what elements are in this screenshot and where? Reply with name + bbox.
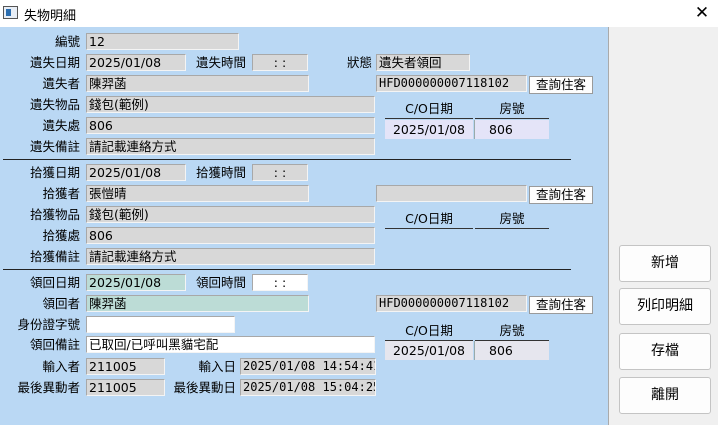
- input-date-label: 輸入日: [198, 359, 236, 374]
- found-item-label: 拾獲物品: [29, 207, 80, 222]
- found-person-field[interactable]: 張愷晴: [86, 185, 309, 202]
- claim-time-field[interactable]: : :: [252, 274, 308, 291]
- claim-note-label: 領回備註: [29, 337, 80, 352]
- input-by-field: 211005: [86, 358, 165, 375]
- id-number-label: 身份證字號: [17, 317, 80, 332]
- found-place-field[interactable]: 806: [86, 227, 375, 244]
- claim-note-field[interactable]: 已取回/已呼叫黑貓宅配: [86, 336, 375, 353]
- section-divider-claim: [3, 269, 571, 270]
- status-label: 狀態: [346, 55, 372, 70]
- lost-query-guest-button[interactable]: 查詢住客: [529, 76, 593, 94]
- lost-grid-col-checkout: C/O日期: [385, 100, 473, 119]
- lost-grid-row[interactable]: 2025/01/08 806: [385, 120, 549, 139]
- lost-person-label: 遺失者: [42, 76, 80, 91]
- lost-guest-code-field: HFD000000007118102: [376, 75, 527, 92]
- status-field: 遺失者領回: [376, 54, 470, 71]
- lost-id-label: 編號: [54, 34, 80, 49]
- found-note-label: 拾獲備註: [29, 249, 80, 264]
- found-place-label: 拾獲處: [42, 228, 80, 243]
- claim-guest-code-field: HFD000000007118102: [376, 295, 527, 312]
- lost-person-field[interactable]: 陳羿菡: [86, 75, 309, 92]
- found-time-label: 拾獲時間: [195, 165, 246, 180]
- last-changed-date-label: 最後異動日: [173, 380, 236, 395]
- found-query-guest-button[interactable]: 查詢住客: [529, 186, 593, 204]
- claim-grid-checkout-cell: 2025/01/08: [385, 341, 473, 360]
- window-title: 失物明細: [24, 9, 77, 24]
- lost-note-field[interactable]: 請記載連絡方式: [86, 138, 375, 155]
- found-guest-code-field: [376, 185, 527, 202]
- claim-grid-col-room: 房號: [475, 322, 549, 341]
- lost-time-label: 遺失時間: [195, 55, 246, 70]
- found-date-label: 拾獲日期: [29, 165, 80, 180]
- claim-grid-room-cell: 806: [474, 341, 549, 360]
- found-note-field[interactable]: 請記載連絡方式: [86, 248, 375, 265]
- lost-item-field[interactable]: 錢包(範例): [86, 96, 375, 113]
- save-button[interactable]: 存檔: [619, 333, 711, 370]
- lost-id-field[interactable]: 12: [86, 33, 239, 50]
- claim-date-field[interactable]: 2025/01/08: [86, 274, 186, 291]
- app-window-icon: [3, 6, 18, 19]
- close-button[interactable]: ✕: [688, 2, 716, 24]
- title-bar: 失物明細 ✕: [0, 0, 718, 26]
- lost-item-label: 遺失物品: [29, 97, 80, 112]
- lost-grid-col-room: 房號: [475, 100, 549, 119]
- last-changed-date-field: 2025/01/08 15:04:25: [240, 379, 376, 396]
- print-details-button[interactable]: 列印明細: [619, 288, 711, 325]
- lost-place-label: 遺失處: [42, 118, 80, 133]
- lost-place-field[interactable]: 806: [86, 117, 375, 134]
- last-changed-by-label: 最後異動者: [17, 380, 80, 395]
- claim-grid-col-checkout: C/O日期: [385, 322, 473, 341]
- lost-grid-checkout-cell: 2025/01/08: [385, 120, 473, 139]
- claim-person-field[interactable]: 陳羿菡: [86, 295, 309, 312]
- id-number-field[interactable]: [86, 316, 235, 333]
- input-date-field: 2025/01/08 14:54:41: [240, 358, 376, 375]
- found-time-field[interactable]: : :: [252, 164, 308, 181]
- claim-query-guest-button[interactable]: 查詢住客: [529, 296, 593, 314]
- lost-note-label: 遺失備註: [29, 139, 80, 154]
- found-item-field[interactable]: 錢包(範例): [86, 206, 375, 223]
- claim-person-label: 領回者: [42, 296, 80, 311]
- exit-button[interactable]: 離開: [619, 377, 711, 414]
- claim-time-label: 領回時間: [195, 275, 246, 290]
- found-grid-col-room: 房號: [475, 210, 549, 229]
- lost-time-field[interactable]: : :: [252, 54, 308, 71]
- lost-date-label: 遺失日期: [29, 55, 80, 70]
- last-changed-by-field: 211005: [86, 379, 165, 396]
- section-divider-found: [3, 159, 571, 160]
- claim-date-label: 領回日期: [29, 275, 80, 290]
- found-grid-col-checkout: C/O日期: [385, 210, 473, 229]
- new-button[interactable]: 新增: [619, 245, 711, 282]
- claim-grid-row[interactable]: 2025/01/08 806: [385, 341, 549, 360]
- input-by-label: 輸入者: [42, 359, 80, 374]
- lost-date-field[interactable]: 2025/01/08: [86, 54, 186, 71]
- lost-grid-room-cell: 806: [474, 120, 549, 139]
- found-date-field[interactable]: 2025/01/08: [86, 164, 186, 181]
- found-person-label: 拾獲者: [42, 186, 80, 201]
